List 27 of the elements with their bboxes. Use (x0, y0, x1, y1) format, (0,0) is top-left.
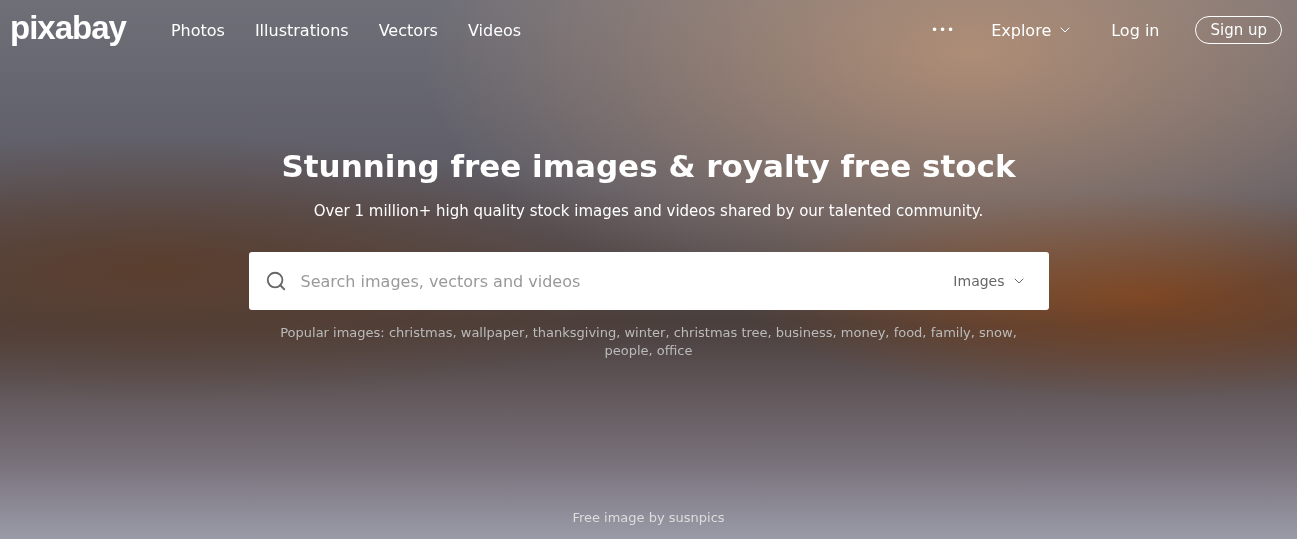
media-type-dropdown[interactable]: Images (947, 272, 1033, 290)
more-menu[interactable]: ••• (930, 23, 956, 37)
nav-link[interactable]: Vectors (363, 20, 453, 40)
popular-tag-link[interactable]: thanksgiving, (532, 325, 621, 340)
explore-menu[interactable]: Explore (991, 20, 1074, 40)
popular-tag-link[interactable]: family, (930, 325, 975, 340)
hero-title: Stunning free images & royalty free stock (281, 148, 1016, 184)
search-icon (264, 270, 287, 292)
popular-tag-link[interactable]: food, (893, 325, 927, 340)
nav-link[interactable]: Videos (452, 20, 537, 40)
search-field[interactable]: Search images, vectors and videos Images (248, 252, 1049, 310)
popular-tag-link[interactable]: snow, (979, 325, 1017, 340)
popular-tag-link[interactable]: christmas, (388, 325, 457, 340)
popular-tag-link[interactable]: winter, (624, 325, 670, 340)
popular-label: Popular images: (280, 325, 385, 340)
popular-tag-link[interactable]: money, (840, 325, 890, 340)
popular-tag-link[interactable]: people, (604, 343, 653, 358)
logo[interactable]: pixabay (10, 9, 126, 47)
login-link[interactable]: Log in (1111, 20, 1160, 40)
nav-link[interactable]: Illustrations (239, 20, 364, 40)
hero-subtitle: Over 1 million+ high quality stock images and videos shared by our talented community. (313, 202, 984, 220)
image-credit: Free image by susnpics (572, 510, 725, 525)
popular-tag-link[interactable]: wallpaper, (460, 325, 529, 340)
nav-link[interactable]: Photos (155, 20, 240, 40)
popular-tag-link[interactable]: business, (775, 325, 837, 340)
popular-tag-link[interactable]: office (656, 343, 693, 358)
popular-tag-link[interactable]: christmas tree, (673, 325, 772, 340)
